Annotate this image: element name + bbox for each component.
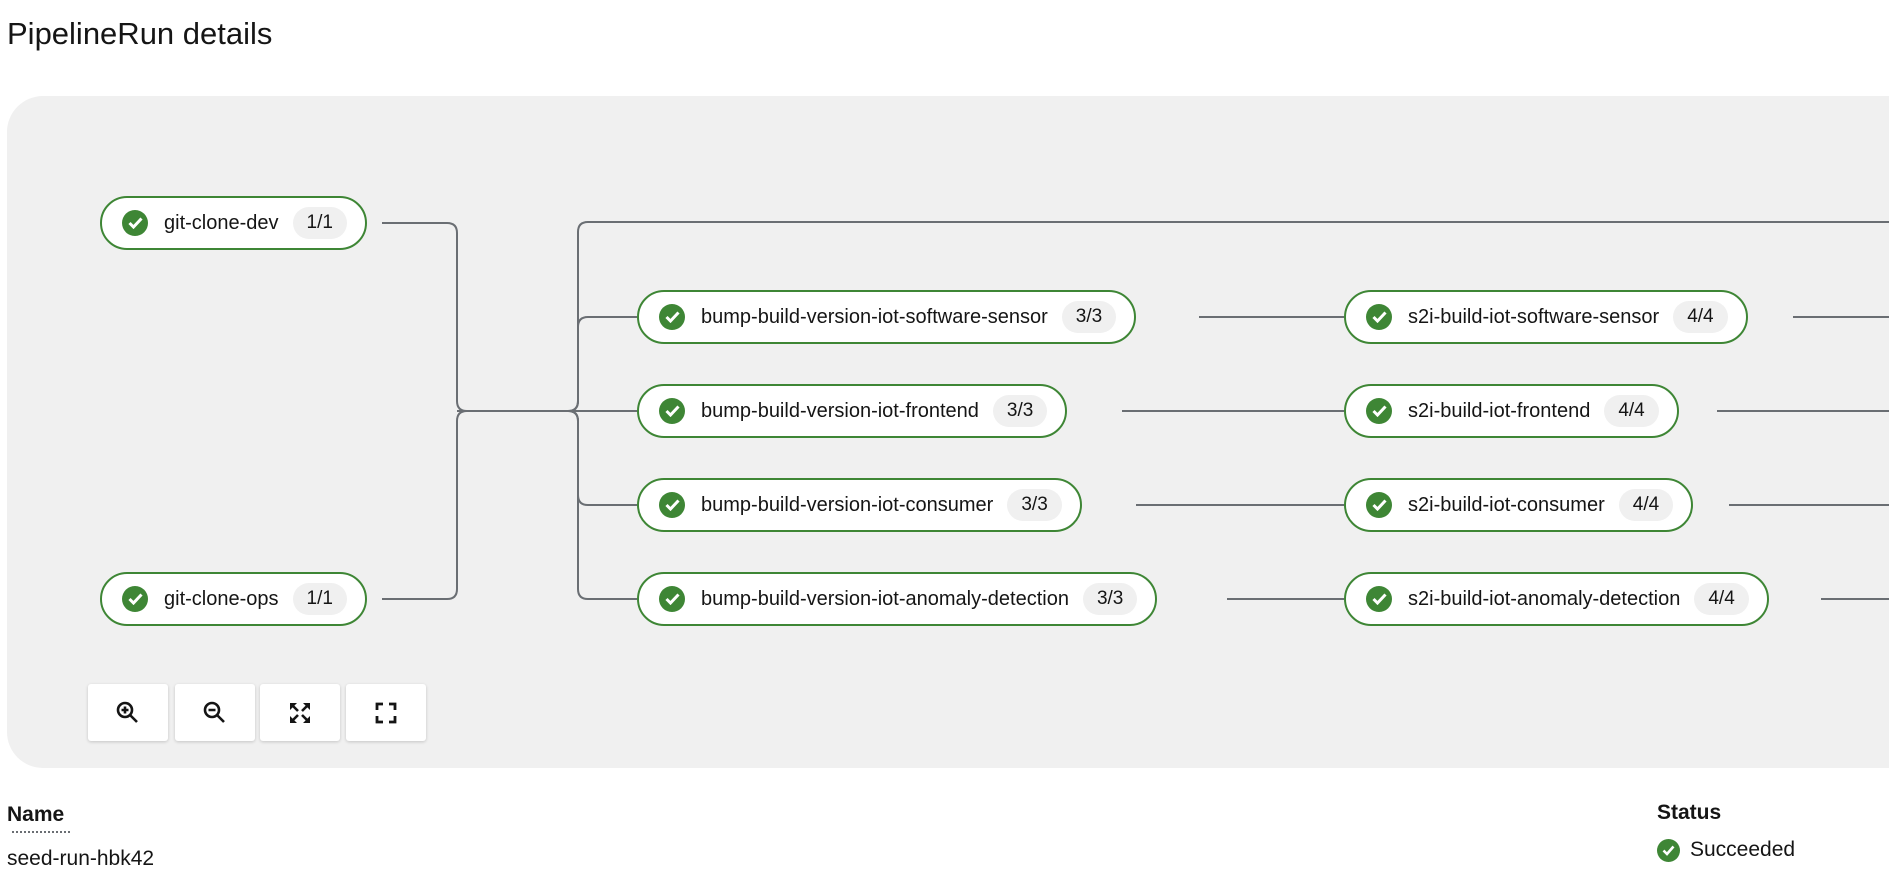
pipeline-task-s2i-frontend[interactable]: s2i-build-iot-frontend 4/4 [1344,384,1679,438]
task-name: s2i-build-iot-anomaly-detection [1408,587,1681,610]
status-label: Status [1657,801,1722,824]
pipeline-task-bump-anomaly[interactable]: bump-build-version-iot-anomaly-detection… [637,572,1158,626]
check-circle-icon [659,492,685,518]
task-step-count: 3/3 [1007,489,1062,521]
pipeline-task-git-clone-ops[interactable]: git-clone-ops 1/1 [100,572,367,626]
zoom-in-icon [115,700,141,726]
task-step-count: 3/3 [1061,301,1117,333]
reset-view-button[interactable] [346,684,426,741]
zoom-out-button[interactable] [175,684,255,741]
fullscreen-icon [375,702,397,724]
check-circle-icon [659,398,685,424]
fit-to-screen-button[interactable] [260,684,340,741]
task-name: git-clone-ops [164,587,279,610]
task-name: s2i-build-iot-consumer [1408,493,1605,516]
check-circle-icon [1366,492,1392,518]
task-step-count: 3/3 [992,395,1048,427]
pipeline-task-git-clone-dev[interactable]: git-clone-dev 1/1 [100,196,367,250]
task-step-count: 4/4 [1618,489,1674,521]
pipeline-task-bump-consumer[interactable]: bump-build-version-iot-consumer 3/3 [637,478,1082,532]
pipeline-task-bump-sensor[interactable]: bump-build-version-iot-software-sensor 3/… [637,290,1137,344]
task-step-count: 4/4 [1694,583,1749,615]
task-name: bump-build-version-iot-anomaly-detection [701,587,1069,610]
task-name: s2i-build-iot-software-sensor [1408,305,1660,328]
task-step-count: 1/1 [292,583,347,615]
name-label-underline [12,831,70,833]
name-label: Name [7,803,65,826]
task-step-count: 3/3 [1082,583,1138,615]
page-title: PipelineRun details [7,16,273,51]
task-step-count: 4/4 [1673,301,1728,333]
task-name: git-clone-dev [164,211,279,234]
pipeline-task-s2i-sensor[interactable]: s2i-build-iot-software-sensor 4/4 [1344,290,1748,344]
check-circle-icon [1366,586,1392,612]
check-circle-icon [1657,838,1680,862]
task-step-count: 1/1 [292,207,347,239]
task-name: s2i-build-iot-frontend [1408,399,1591,422]
check-circle-icon [1366,304,1392,330]
zoom-out-icon [202,700,228,726]
zoom-in-button[interactable] [88,684,168,741]
status-badge: Succeeded [1657,838,1795,862]
task-step-count: 4/4 [1604,395,1659,427]
check-circle-icon [122,586,148,612]
expand-arrows-icon [288,701,312,725]
task-name: bump-build-version-iot-consumer [701,493,994,516]
pipeline-task-s2i-consumer[interactable]: s2i-build-iot-consumer 4/4 [1344,478,1694,532]
check-circle-icon [1366,398,1392,424]
task-name: bump-build-version-iot-frontend [701,399,979,422]
pipeline-task-bump-frontend[interactable]: bump-build-version-iot-frontend 3/3 [637,384,1068,438]
task-name: bump-build-version-iot-software-sensor [701,305,1048,328]
check-circle-icon [659,586,685,612]
name-value: seed-run-hbk42 [7,847,155,870]
status-value: Succeeded [1690,838,1796,861]
check-circle-icon [659,304,685,330]
pipeline-task-s2i-anomaly[interactable]: s2i-build-iot-anomaly-detection 4/4 [1344,572,1769,626]
check-circle-icon [122,210,148,236]
